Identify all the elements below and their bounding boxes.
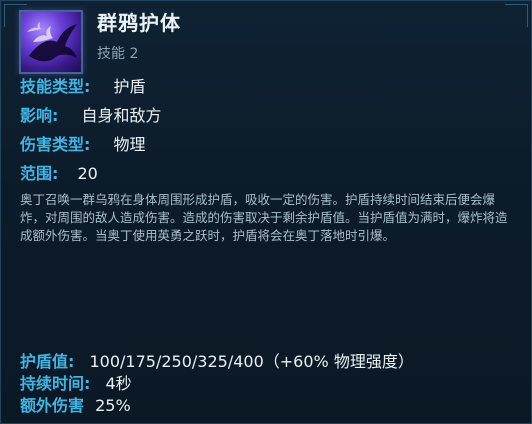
stat-bonus-damage: 额外伤害 25% <box>20 395 131 417</box>
attribute-value: 20 <box>77 164 98 183</box>
stat-value: 25% <box>95 396 131 415</box>
frame-corner-top-right <box>505 4 528 27</box>
attribute-label: 范围: <box>20 164 59 183</box>
stat-label: 额外伤害 <box>20 396 85 415</box>
attribute-label: 影响: <box>20 106 59 125</box>
stat-shield-value: 护盾值: 100/175/250/325/400（+60% 物理强度） <box>20 351 414 373</box>
attribute-label: 伤害类型: <box>20 135 91 154</box>
skill-tooltip: 群鸦护体 技能 2 技能类型: 护盾 影响: 自身和敌方 伤害类型: 物理 范围… <box>0 0 532 424</box>
attribute-value: 护盾 <box>113 77 146 96</box>
stat-label: 持续时间: <box>20 374 91 393</box>
attribute-damage-type: 伤害类型: 物理 <box>20 133 146 157</box>
stat-value: 100/175/250/325/400（+60% 物理强度） <box>89 352 414 371</box>
attribute-value: 自身和敌方 <box>81 106 162 125</box>
skill-name: 群鸦护体 <box>97 11 181 35</box>
attribute-range: 范围: 20 <box>20 162 98 186</box>
skill-slot: 技能 2 <box>97 46 139 62</box>
attribute-label: 技能类型: <box>20 77 91 96</box>
skill-description: 奥丁召唤一群乌鸦在身体周围形成护盾，吸收一定的伤害。护盾持续时间结束后便会爆炸，… <box>20 192 508 243</box>
stat-label: 护盾值: <box>20 352 75 371</box>
skill-icon-frame <box>19 10 83 74</box>
stat-duration: 持续时间: 4秒 <box>20 373 132 395</box>
raven-icon <box>27 22 77 62</box>
attribute-affects: 影响: 自身和敌方 <box>20 104 162 128</box>
attribute-value: 物理 <box>113 135 146 154</box>
stat-value: 4秒 <box>105 374 132 393</box>
attribute-skill-type: 技能类型: 护盾 <box>20 75 146 99</box>
